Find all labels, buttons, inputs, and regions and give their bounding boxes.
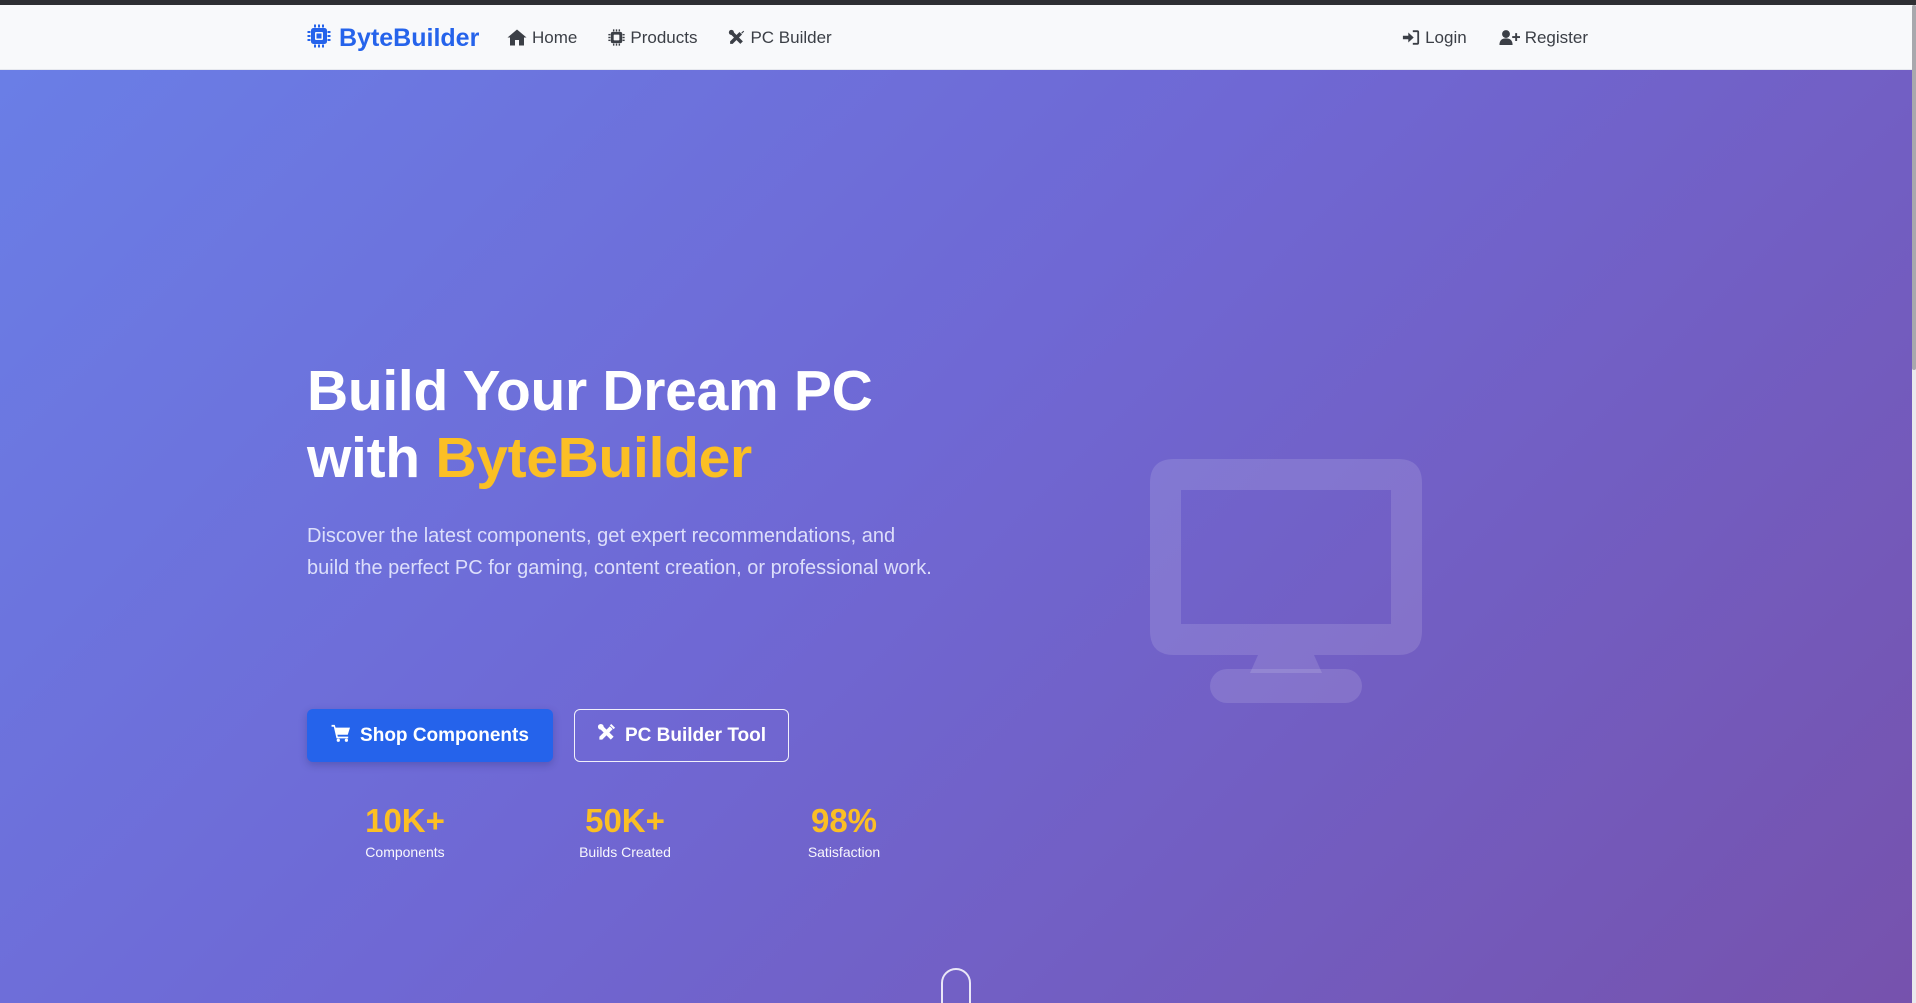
hero-buttons: Shop Components PC Builder Tool <box>307 709 789 762</box>
nav-label-login: Login <box>1425 27 1467 47</box>
nav-link-products[interactable]: Products <box>608 28 697 48</box>
nav-label-products: Products <box>630 27 698 47</box>
page: ByteBuilder Home Products PC Builder Log… <box>0 0 1916 1003</box>
stat-label: Satisfaction <box>807 844 881 860</box>
cpu-chip-icon <box>307 24 331 53</box>
stat-value: 98% <box>810 802 878 839</box>
nav-label-register: Register <box>1524 27 1588 47</box>
stat-label: Components <box>365 844 445 860</box>
home-icon <box>507 29 527 46</box>
hero-title: Build Your Dream PC with ByteBuilder <box>307 358 947 492</box>
nav-link-pc-builder[interactable]: PC Builder <box>728 27 832 48</box>
shop-components-button[interactable]: Shop Components <box>307 709 553 762</box>
nav-label-pc-builder: PC Builder <box>750 27 832 47</box>
scroll-down-indicator[interactable] <box>941 968 971 1003</box>
stat-value: 10K+ <box>365 802 445 839</box>
nav-link-home[interactable]: Home <box>507 28 577 48</box>
scrollbar-thumb[interactable] <box>1912 5 1916 370</box>
nav-label-home: Home <box>532 27 578 47</box>
hero-description: Discover the latest components, get expe… <box>307 525 932 579</box>
hero-title-line1: Build Your Dream PC <box>307 359 873 423</box>
primary-nav: Home Products PC Builder <box>507 5 832 70</box>
hero-section: Build Your Dream PC with ByteBuilder Dis… <box>0 70 1912 1003</box>
cart-icon <box>331 724 351 748</box>
nav-link-login[interactable]: Login <box>1402 28 1467 48</box>
microchip-icon <box>608 29 626 46</box>
account-nav: Login Register <box>1402 5 1588 70</box>
navbar: ByteBuilder Home Products PC Builder Log… <box>0 5 1912 70</box>
brand-logo-link[interactable]: ByteBuilder <box>307 23 479 53</box>
stat-components: 10K+ Components <box>307 802 503 860</box>
sign-in-icon <box>1402 29 1420 46</box>
tools-icon <box>597 723 616 748</box>
hero-title-accent: ByteBuilder <box>435 426 752 490</box>
shop-components-label: Shop Components <box>360 724 529 746</box>
user-plus-icon <box>1499 29 1520 46</box>
brand-name: ByteBuilder <box>339 23 480 52</box>
stat-builds-created: 50K+ Builds Created <box>527 802 723 860</box>
stat-label: Builds Created <box>579 844 671 860</box>
desktop-monitor-icon <box>1150 459 1422 708</box>
hero-title-with: with <box>307 426 420 490</box>
pc-builder-tool-button[interactable]: PC Builder Tool <box>574 709 789 762</box>
tools-icon <box>728 29 745 46</box>
hero-stats: 10K+ Components 50K+ Builds Created 98% … <box>307 802 947 872</box>
nav-link-register[interactable]: Register <box>1499 28 1588 48</box>
hero-content: Build Your Dream PC with ByteBuilder Dis… <box>307 358 947 860</box>
pc-builder-tool-label: PC Builder Tool <box>624 724 767 746</box>
stat-value: 50K+ <box>585 802 665 839</box>
stat-satisfaction: 98% Satisfaction <box>746 802 942 860</box>
